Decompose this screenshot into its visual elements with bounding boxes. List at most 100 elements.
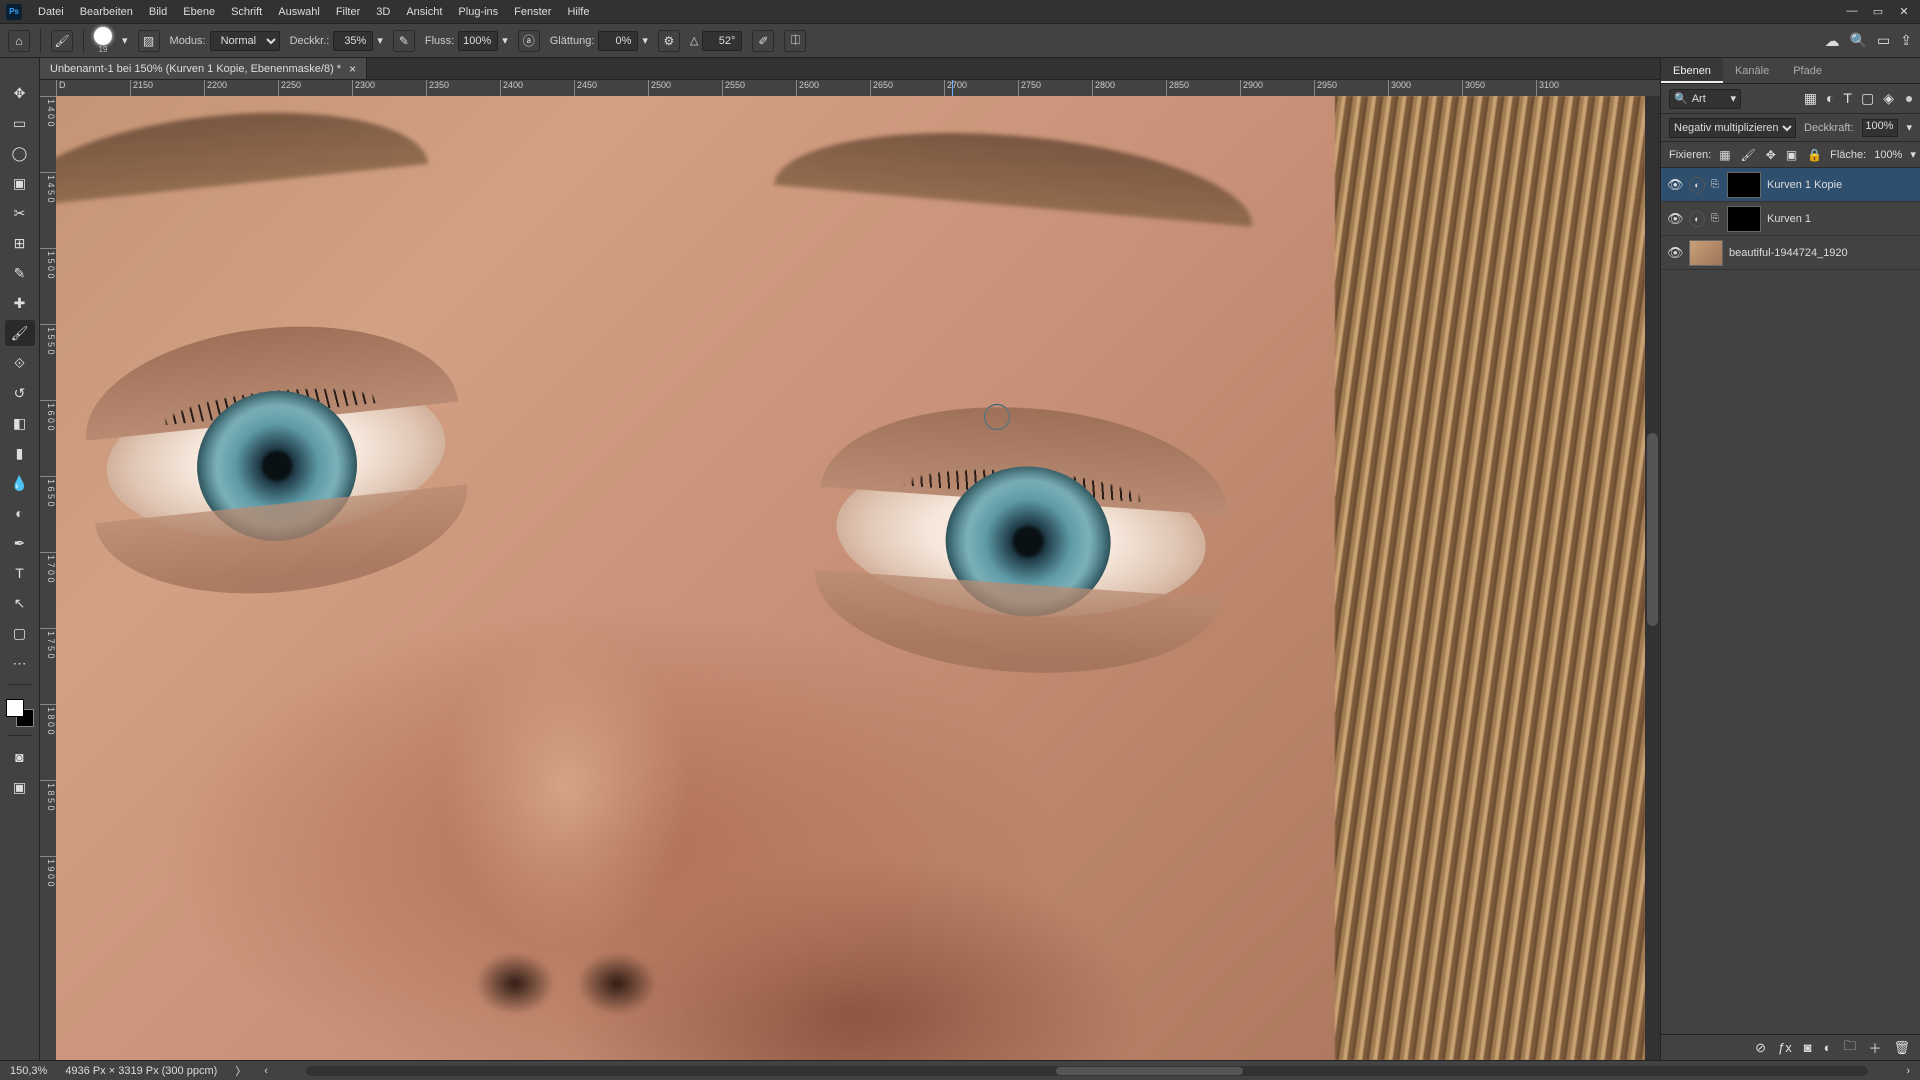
search-icon[interactable]: 🔍 — [1850, 32, 1867, 50]
layer-opacity-field[interactable]: 100% — [1862, 119, 1899, 137]
document-tab[interactable]: Unbenannt-1 bei 150% (Kurven 1 Kopie, Eb… — [40, 58, 367, 79]
dodge-tool-icon[interactable]: ◐ — [5, 500, 35, 526]
adjustment-icon[interactable]: ◐ — [1689, 177, 1705, 193]
menu-datei[interactable]: Datei — [30, 0, 72, 24]
path-select-tool-icon[interactable]: ↖ — [5, 590, 35, 616]
layer-row[interactable]: 👁 beautiful-1944724_1920 — [1661, 236, 1920, 270]
visibility-icon[interactable]: 👁 — [1667, 177, 1683, 193]
layer-blend-mode-select[interactable]: Negativ multiplizieren — [1669, 118, 1796, 138]
add-mask-icon[interactable]: ◙ — [1804, 1040, 1812, 1055]
tool-preset-icon[interactable]: 🖌 — [51, 30, 73, 52]
menu-auswahl[interactable]: Auswahl — [270, 0, 328, 24]
chevron-down-icon[interactable]: ▾ — [502, 34, 508, 47]
layer-row[interactable]: 👁◐ ⎘ Kurven 1 — [1661, 202, 1920, 236]
chevron-down-icon[interactable]: ▾ — [377, 34, 383, 47]
new-group-icon[interactable]: 🗀 — [1843, 1037, 1856, 1059]
menu-fenster[interactable]: Fenster — [506, 0, 559, 24]
chevron-down-icon[interactable]: ▾ — [1906, 121, 1912, 134]
ruler-origin[interactable] — [40, 80, 56, 96]
home-icon[interactable]: ⌂ — [8, 30, 30, 52]
menu-ebene[interactable]: Ebene — [175, 0, 223, 24]
filter-toggle[interactable] — [1906, 96, 1912, 102]
tab-kanaele[interactable]: Kanäle — [1723, 58, 1781, 83]
angle-icon[interactable]: △ — [690, 34, 698, 47]
layer-thumbnail[interactable] — [1727, 206, 1761, 232]
shape-tool-icon[interactable]: ▢ — [5, 620, 35, 646]
layer-name[interactable]: beautiful-1944724_1920 — [1729, 247, 1914, 259]
visibility-icon[interactable]: 👁 — [1667, 245, 1683, 261]
marquee-tool-icon[interactable]: ▭ — [5, 110, 35, 136]
new-adjustment-icon[interactable]: ◐ — [1824, 1040, 1832, 1055]
workspace-icon[interactable]: ▭ — [1877, 32, 1890, 50]
brush-panel-icon[interactable]: ▨ — [138, 30, 160, 52]
brush-preview[interactable]: 19 — [94, 27, 112, 54]
filter-pixel-icon[interactable]: ▦ — [1804, 90, 1817, 107]
opacity-field[interactable]: 35% — [333, 31, 373, 51]
pen-tool-icon[interactable]: ✒ — [5, 530, 35, 556]
chevron-down-icon[interactable]: ▾ — [1910, 148, 1916, 161]
new-layer-icon[interactable]: ＋ — [1868, 1038, 1881, 1057]
flow-field[interactable]: 100% — [458, 31, 498, 51]
move-tool-icon[interactable]: ✥ — [5, 80, 35, 106]
menu-bild[interactable]: Bild — [141, 0, 175, 24]
more-tools-icon[interactable]: ⋯ — [5, 650, 35, 676]
foreground-color-swatch[interactable] — [6, 699, 24, 717]
delete-layer-icon[interactable]: 🗑 — [1893, 1040, 1910, 1056]
eraser-tool-icon[interactable]: ◧ — [5, 410, 35, 436]
menu-hilfe[interactable]: Hilfe — [559, 0, 597, 24]
info-dropdown-icon[interactable]: 〉 — [235, 1063, 246, 1079]
share-icon[interactable]: ⇪ — [1900, 32, 1912, 50]
filter-smart-icon[interactable]: ◈ — [1883, 90, 1894, 107]
frame-tool-icon[interactable]: ⊞ — [5, 230, 35, 256]
fill-field[interactable]: 100% — [1874, 149, 1902, 161]
symmetry-icon[interactable]: ⎅ — [784, 30, 806, 52]
scroll-right-icon[interactable]: › — [1906, 1065, 1910, 1077]
close-icon[interactable]: × — [349, 58, 356, 80]
healing-brush-tool-icon[interactable]: ✚ — [5, 290, 35, 316]
color-swatches[interactable] — [6, 699, 34, 727]
angle-field[interactable]: 52° — [702, 31, 742, 51]
clone-stamp-tool-icon[interactable]: ⟐ — [5, 350, 35, 376]
lock-position-icon[interactable]: ✥ — [1766, 148, 1776, 162]
window-close-icon[interactable]: ✕ — [1898, 5, 1910, 18]
layer-name[interactable]: Kurven 1 — [1767, 213, 1914, 225]
lasso-tool-icon[interactable]: ◯ — [5, 140, 35, 166]
vertical-ruler[interactable]: 1 4 0 01 4 5 01 5 0 01 5 5 01 6 0 01 6 5… — [40, 96, 56, 1060]
horizontal-ruler[interactable]: D215022002250230023502400245025002550260… — [56, 80, 1660, 96]
menu-bearbeiten[interactable]: Bearbeiten — [72, 0, 141, 24]
window-maximize-icon[interactable]: ▭ — [1872, 5, 1884, 18]
filter-type-icon[interactable]: T — [1843, 90, 1852, 107]
filter-shape-icon[interactable]: ▢ — [1861, 90, 1874, 107]
menu-plugins[interactable]: Plug-ins — [450, 0, 506, 24]
link-layers-icon[interactable]: ⊘ — [1755, 1040, 1766, 1056]
zoom-level[interactable]: 150,3% — [10, 1065, 47, 1077]
gradient-tool-icon[interactable]: ▮ — [5, 440, 35, 466]
window-minimize-icon[interactable]: — — [1846, 5, 1858, 18]
menu-ansicht[interactable]: Ansicht — [398, 0, 450, 24]
tab-ebenen[interactable]: Ebenen — [1661, 58, 1723, 83]
airbrush-icon[interactable]: ⓐ — [518, 30, 540, 52]
screenmode-icon[interactable]: ▣ — [5, 774, 35, 800]
crop-tool-icon[interactable]: ✂ — [5, 200, 35, 226]
lock-all-icon[interactable]: 🔒 — [1807, 148, 1822, 162]
layer-thumbnail[interactable] — [1727, 172, 1761, 198]
blur-tool-icon[interactable]: 💧 — [5, 470, 35, 496]
eyedropper-tool-icon[interactable]: ✎ — [5, 260, 35, 286]
layer-name[interactable]: Kurven 1 Kopie — [1767, 179, 1914, 191]
lock-artboard-icon[interactable]: ▣ — [1786, 148, 1797, 162]
tab-pfade[interactable]: Pfade — [1781, 58, 1834, 83]
menu-schrift[interactable]: Schrift — [223, 0, 270, 24]
pressure-opacity-icon[interactable]: ✎ — [393, 30, 415, 52]
gear-icon[interactable]: ⚙ — [658, 30, 680, 52]
smoothing-field[interactable]: 0% — [598, 31, 638, 51]
layer-row[interactable]: 👁◐ ⎘ Kurven 1 Kopie — [1661, 168, 1920, 202]
layer-filter-select[interactable]: 🔍 Art ▾ — [1669, 89, 1741, 109]
lock-transparency-icon[interactable]: ▦ — [1719, 148, 1730, 162]
layer-fx-icon[interactable]: ƒx — [1778, 1040, 1792, 1055]
object-select-tool-icon[interactable]: ▣ — [5, 170, 35, 196]
cloud-docs-icon[interactable]: ☁ — [1825, 32, 1840, 50]
blend-mode-select[interactable]: Normal — [210, 31, 280, 51]
filter-adjust-icon[interactable]: ◐ — [1826, 90, 1834, 107]
menu-filter[interactable]: Filter — [328, 0, 368, 24]
brush-tool-icon[interactable]: 🖌 — [5, 320, 35, 346]
